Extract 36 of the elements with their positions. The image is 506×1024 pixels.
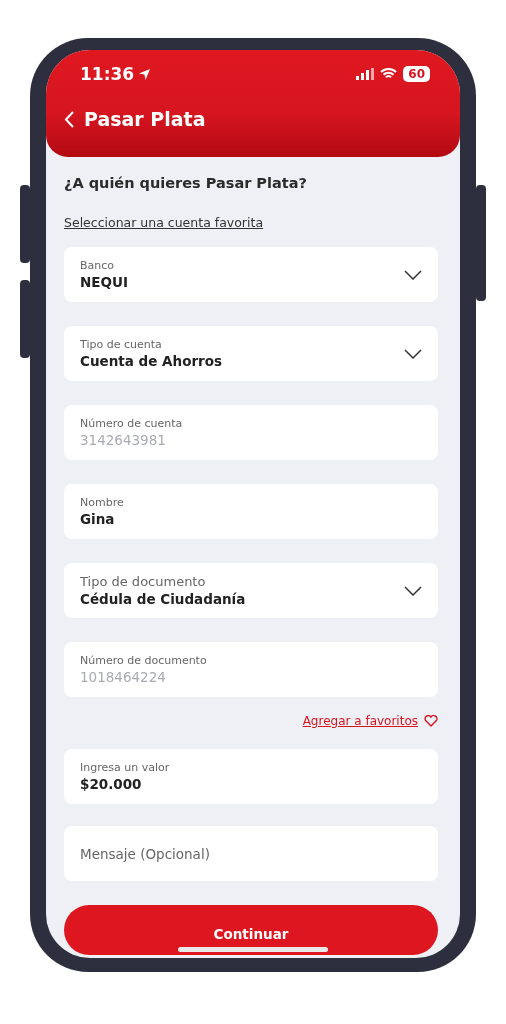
dropdown-field[interactable]: Banco NEQUI xyxy=(64,247,438,302)
chevron-down-icon xyxy=(404,348,422,359)
continue-button[interactable]: Continuar xyxy=(64,905,438,955)
chevron-down-icon xyxy=(404,269,422,280)
back-icon[interactable] xyxy=(64,110,74,128)
field-value: 3142643981 xyxy=(80,432,167,448)
field-value: NEQUI xyxy=(80,274,128,290)
field-value: Cédula de Ciudadanía xyxy=(80,591,246,607)
battery-level: 60 xyxy=(403,66,430,82)
field-label: Banco xyxy=(80,259,116,272)
message-field[interactable]: Mensaje (Opcional) xyxy=(64,826,438,881)
location-arrow-icon xyxy=(138,67,152,81)
field-value: $20.000 xyxy=(80,776,143,792)
favorite-account-link[interactable]: Seleccionar una cuenta favorita xyxy=(64,215,264,230)
field-label: Tipo de cuenta xyxy=(80,338,163,351)
field-label: Número de documento xyxy=(80,654,207,667)
field-value: Gina xyxy=(80,511,116,527)
screen-title: Pasar Plata xyxy=(84,108,206,130)
input-field[interactable]: Nombre Gina xyxy=(64,484,438,539)
wifi-icon xyxy=(380,68,398,80)
status-time: 11:36 xyxy=(80,64,152,84)
signal-icon xyxy=(356,68,375,80)
dropdown-field[interactable]: Tipo de documento Cédula de Ciudadanía xyxy=(64,563,438,618)
field-value: Cuenta de Ahorros xyxy=(80,353,223,369)
field-value: 1018464224 xyxy=(80,669,167,685)
heart-icon[interactable] xyxy=(424,715,438,727)
question-heading: ¿A quién quieres Pasar Plata? xyxy=(64,175,308,191)
field-label: Tipo de documento xyxy=(80,574,207,589)
field-label: Ingresa un valor xyxy=(80,761,170,774)
dropdown-field[interactable]: Tipo de cuenta Cuenta de Ahorros xyxy=(64,326,438,381)
field-label: Nombre xyxy=(80,496,124,509)
field-label: Número de cuenta xyxy=(80,417,183,430)
chevron-down-icon xyxy=(404,585,422,596)
field-placeholder: Mensaje (Opcional) xyxy=(80,845,210,862)
add-favorite-link[interactable]: Agregar a favoritos xyxy=(302,714,418,728)
amount-field[interactable]: Ingresa un valor $20.000 xyxy=(64,749,438,804)
